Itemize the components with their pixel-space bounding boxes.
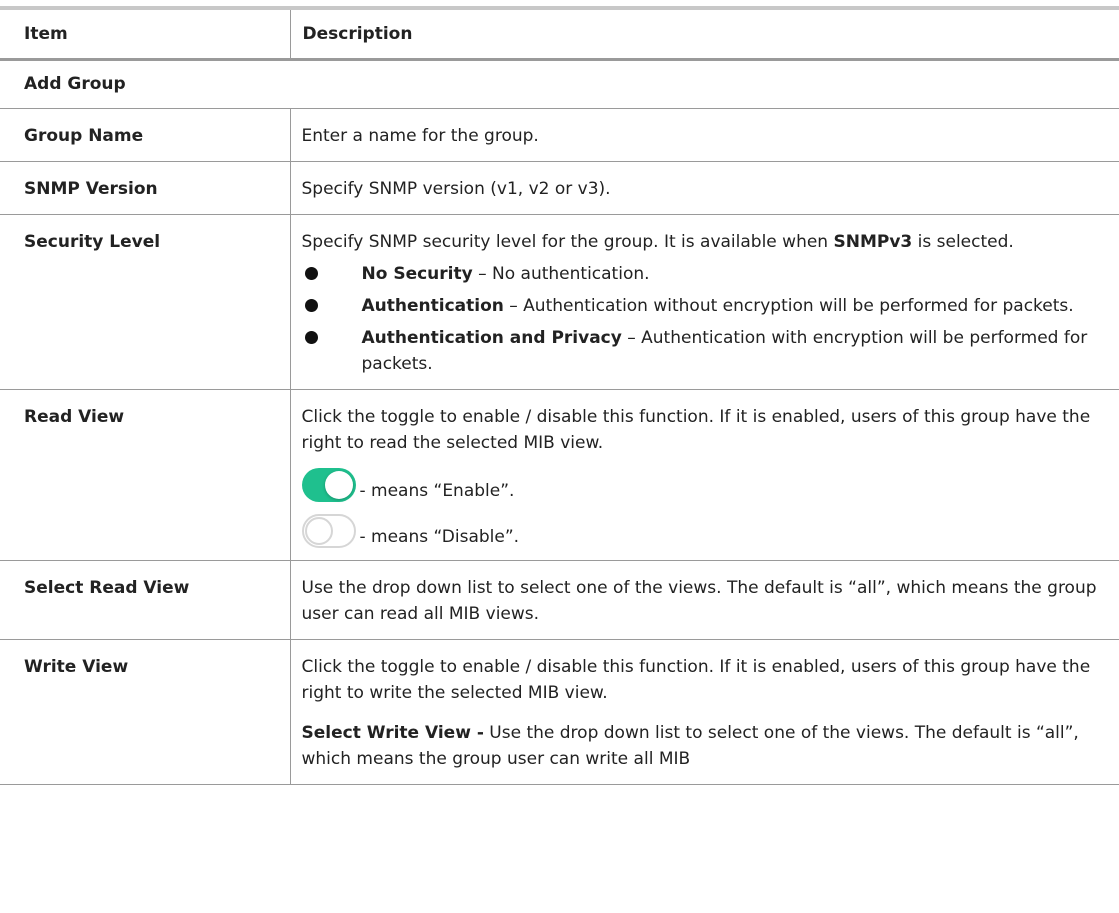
header-item: Item [0,10,290,61]
section-title: Add Group [0,59,1119,109]
bullet-dot-icon [304,331,318,344]
bullet-dot-icon [304,299,318,312]
bullet-item: Authentication – Authentication without … [302,293,1100,319]
table-header-row: Item Description [0,10,1119,61]
bullet-dot-icon [304,267,318,280]
row-desc: Enter a name for the group. [289,108,1119,162]
row-key: Security Level [0,214,290,390]
row-key: Write View [0,639,290,785]
disable-label: - means “Disable”. [359,527,520,547]
security-level-intro: Specify SNMP security level for the grou… [301,232,1014,252]
section-row-add-group: Add Group [0,59,1119,109]
bullet-item: Authentication and Privacy – Authenticat… [302,325,1100,377]
enable-legend: - means “Enable”. [301,464,1100,502]
header-description: Description [289,10,1119,61]
table-row-group-name: Group Name Enter a name for the group. [0,108,1119,162]
row-key: Group Name [0,108,290,162]
read-view-desc: Click the toggle to enable / disable thi… [301,407,1091,453]
toggle-off-icon [301,514,356,548]
row-desc: Specify SNMP version (v1, v2 or v3). [289,161,1119,215]
row-key: SNMP Version [0,161,290,215]
table-row-security-level: Security Level Specify SNMP security lev… [0,214,1119,390]
table-row-read-view: Read View Click the toggle to enable / d… [0,389,1119,561]
select-write-view-desc: Select Write View - Use the drop down li… [301,723,1079,769]
bullet-item: No Security – No authentication. [302,261,1100,287]
table-row-select-read-view: Select Read View Use the drop down list … [0,560,1119,640]
row-desc: Use the drop down list to select one of … [289,560,1119,640]
row-key: Select Read View [0,560,290,640]
description-table: Item Description Add Group Group Name En… [0,6,1119,785]
row-desc: Specify SNMP security level for the grou… [289,214,1119,390]
write-view-desc: Click the toggle to enable / disable thi… [301,657,1091,703]
disable-legend: - means “Disable”. [301,510,1100,548]
row-key: Read View [0,389,290,561]
group-settings-table: Item Description Add Group Group Name En… [0,10,1119,785]
enable-label: - means “Enable”. [359,481,515,501]
row-desc: Click the toggle to enable / disable thi… [289,389,1119,561]
table-row-write-view: Write View Click the toggle to enable / … [0,639,1119,785]
table-row-snmp-version: SNMP Version Specify SNMP version (v1, v… [0,161,1119,215]
row-desc: Click the toggle to enable / disable thi… [289,639,1119,785]
toggle-on-icon [301,468,356,502]
